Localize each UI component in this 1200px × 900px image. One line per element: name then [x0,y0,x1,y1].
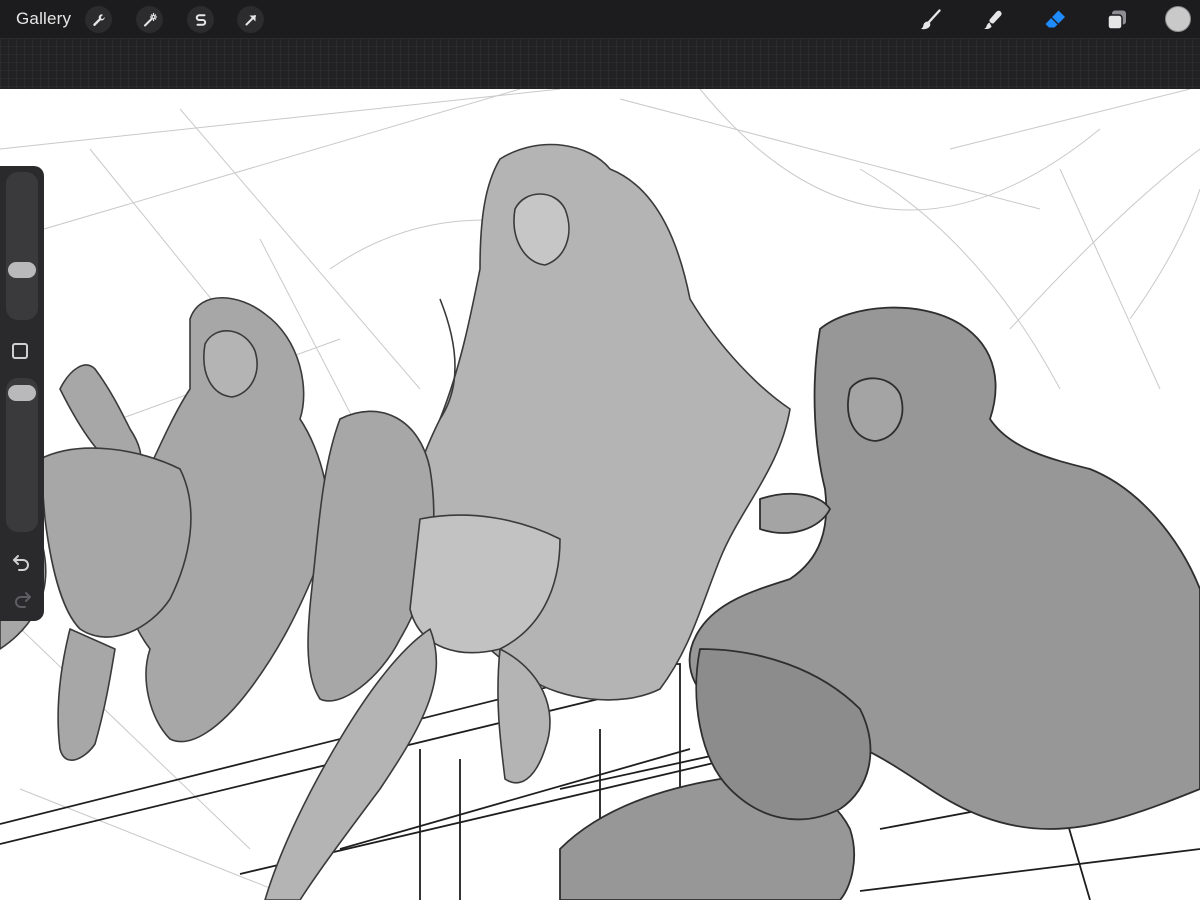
redo-icon [15,592,31,608]
sketch-artwork [0,89,1200,900]
gallery-button[interactable]: Gallery [16,9,71,29]
brush-icon [921,9,941,30]
eraser-icon [1045,10,1065,28]
layers-button[interactable] [1102,5,1132,35]
canvas-margin-grid [0,38,1200,89]
selection-s-icon [195,13,206,26]
selection-button[interactable] [187,6,214,33]
left-figure [0,297,330,761]
magic-wand-icon [143,12,157,26]
smudge-tool-button[interactable] [978,5,1008,35]
eraser-tool-button[interactable] [1040,5,1070,35]
color-swatch[interactable] [1165,6,1191,32]
redo-button[interactable] [10,589,34,609]
wrench-icon [92,13,105,26]
transform-button[interactable] [237,6,264,33]
adjustments-button[interactable] [136,6,163,33]
left-sidebar [0,166,44,621]
drawing-canvas[interactable] [0,89,1200,900]
opacity-slider[interactable] [6,378,38,532]
smudge-icon [984,10,1002,30]
brush-size-thumb[interactable] [8,262,36,278]
layers-icon [1107,10,1126,30]
opacity-thumb[interactable] [8,385,36,401]
actions-button[interactable] [85,6,112,33]
undo-icon [13,555,29,571]
modify-button[interactable] [12,343,28,359]
brush-size-slider[interactable] [6,172,38,320]
arrow-cursor-icon [245,14,256,25]
top-toolbar: Gallery [0,0,1200,38]
brush-tool-button[interactable] [916,5,946,35]
undo-button[interactable] [10,552,34,572]
